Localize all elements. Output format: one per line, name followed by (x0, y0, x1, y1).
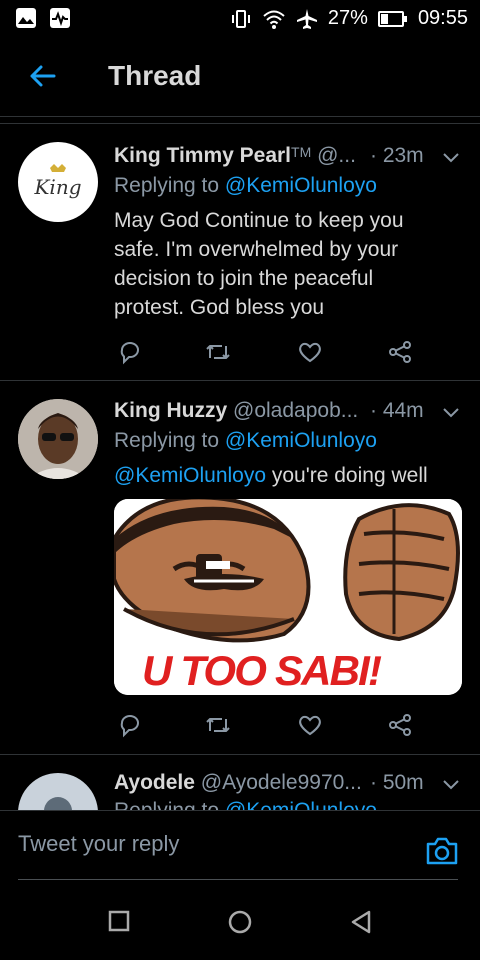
page-title: Thread (108, 60, 202, 91)
trademark-badge: TM (291, 144, 312, 160)
retweet-button[interactable] (204, 711, 232, 739)
vibrate-icon (231, 9, 250, 28)
like-button[interactable] (296, 338, 324, 366)
author-handle[interactable]: @... (317, 144, 356, 167)
avatar[interactable] (18, 399, 98, 479)
avatar[interactable] (18, 773, 98, 810)
tweet-time: · 23m (370, 144, 424, 167)
status-bar: 27% 09:55 (0, 0, 480, 36)
mention-link[interactable]: @KemiOlunloyo (225, 799, 377, 810)
tweet-actions (114, 338, 414, 366)
camera-button[interactable] (424, 835, 460, 867)
author-row: King Timmy PearlTM @... (114, 144, 356, 168)
tweet-time: · 44m (370, 399, 424, 422)
author-row: King Huzzy @oladapob... (114, 399, 358, 423)
home-button[interactable] (228, 910, 252, 934)
body-mention-link[interactable]: @KemiOlunloyo (114, 464, 266, 487)
tweet-2[interactable]: King Huzzy @oladapob... · 44m Replying t… (0, 381, 480, 754)
reply-icon (120, 715, 139, 738)
reply-icon (120, 342, 139, 365)
chevron-down-icon (443, 780, 459, 790)
activity-icon (50, 8, 70, 28)
reply-button[interactable] (116, 711, 144, 739)
recents-button[interactable] (108, 910, 130, 932)
replying-to: Replying to @KemiOlunloyo (114, 429, 377, 453)
back-button[interactable] (24, 58, 60, 94)
author-handle[interactable]: @oladapob... (233, 399, 358, 422)
author-name[interactable]: King Huzzy (114, 399, 227, 422)
replying-to: Replying to @KemiOlunloyo (114, 799, 377, 810)
replying-to-label: Replying to (114, 799, 225, 810)
mention-link[interactable]: @KemiOlunloyo (225, 174, 377, 197)
share-button[interactable] (386, 711, 414, 739)
battery-percent: 27% (327, 7, 368, 29)
heart-icon (299, 342, 321, 363)
replying-to-label: Replying to (114, 174, 225, 197)
system-nav-bar (0, 882, 480, 960)
tweet-menu-button[interactable] (440, 401, 462, 423)
tweet-time: · 50m (370, 771, 424, 794)
arrow-left-icon (30, 65, 56, 87)
tweet-actions (114, 711, 414, 739)
tweet-1[interactable]: King King Timmy PearlTM @... · 23m Reply… (0, 124, 480, 380)
tweet-menu-button[interactable] (440, 773, 462, 795)
tweet-menu-button[interactable] (440, 146, 462, 168)
author-name[interactable]: King Timmy Pearl (114, 144, 291, 167)
retweet-icon (206, 718, 230, 732)
tweet-text: May God Continue to keep you safe. I'm o… (114, 209, 404, 319)
camera-icon (426, 837, 458, 865)
tweet-3[interactable]: Ayodele @Ayodele9970... · 50m Replying t… (0, 755, 480, 810)
avatar-logo-text: King (33, 175, 81, 199)
share-icon (389, 714, 411, 736)
back-nav-button[interactable] (350, 910, 372, 934)
replying-to: Replying to @KemiOlunloyo (114, 174, 377, 198)
airplane-icon (296, 8, 317, 29)
retweet-button[interactable] (204, 338, 232, 366)
avatar[interactable]: King (18, 142, 98, 222)
replying-to-label: Replying to (114, 429, 225, 452)
clock: 09:55 (417, 7, 468, 29)
thread-header: Thread (0, 36, 480, 117)
tweet-media-image[interactable]: U TOO SABI! (114, 499, 462, 695)
chevron-down-icon (443, 153, 459, 163)
body-text: you're doing well (266, 464, 428, 487)
author-handle[interactable]: @Ayodele9970... (201, 771, 362, 794)
like-button[interactable] (296, 711, 324, 739)
retweet-icon (206, 345, 230, 359)
image-caption: U TOO SABI! (142, 647, 382, 694)
author-row: Ayodele @Ayodele9970... (114, 771, 362, 795)
gallery-icon (16, 8, 36, 28)
share-button[interactable] (386, 338, 414, 366)
author-name[interactable]: Ayodele (114, 771, 195, 794)
reply-placeholder: Tweet your reply (18, 831, 180, 856)
tweet-text: @KemiOlunloyo you're doing well (114, 461, 474, 490)
heart-icon (299, 715, 321, 736)
share-icon (389, 341, 411, 363)
reply-button[interactable] (116, 338, 144, 366)
reply-bar: Tweet your reply (0, 810, 480, 883)
battery-icon (377, 10, 407, 27)
mention-link[interactable]: @KemiOlunloyo (225, 429, 377, 452)
chevron-down-icon (443, 408, 459, 418)
wifi-icon (263, 10, 285, 29)
reply-input[interactable]: Tweet your reply (18, 831, 458, 880)
